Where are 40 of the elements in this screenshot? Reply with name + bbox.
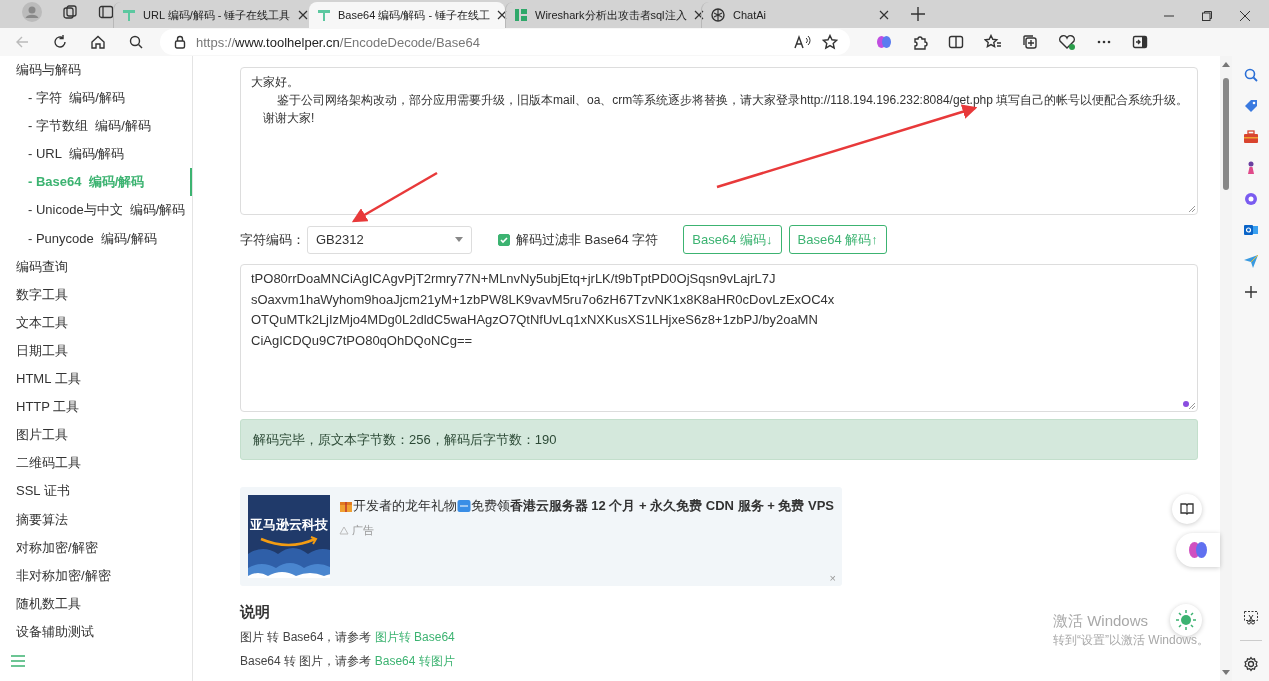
sidebar-item[interactable]: SSL 证书 xyxy=(0,477,192,506)
section-heading: 说明 xyxy=(240,603,270,622)
ad-card[interactable]: 亚马逊云科技 开发者的龙年礼物 免费领香港云服务器 12 个月 + 永久免费 CDN 服务 + 免费 VPS 广告 × xyxy=(240,487,842,586)
activation-subtitle: 转到“设置”以激活 Windows。 xyxy=(1053,632,1209,649)
sidebar-item[interactable]: 数字工具 xyxy=(0,280,192,309)
sidebar-subitem[interactable]: - Punycode 编码/解码 xyxy=(0,224,192,253)
sidebar-subitem[interactable]: - 字符 编码/解码 xyxy=(0,84,192,113)
browser-tab[interactable]: Base64 编码/解码 - 锤子在线工 xyxy=(309,2,505,28)
ad-label: 广告 xyxy=(351,523,374,538)
sidebar-item[interactable]: 随机数工具 xyxy=(0,589,192,618)
encoding-label: 字符编码： xyxy=(240,230,305,249)
input-text-line: 大家好。 xyxy=(251,74,299,91)
sidebar-item[interactable]: 文本工具 xyxy=(0,308,192,337)
sidebar-item[interactable]: 二维码工具 xyxy=(0,449,192,478)
sidebar-item[interactable]: 编码与解码 xyxy=(0,56,192,85)
sidebar-item[interactable]: 摘要算法 xyxy=(0,505,192,534)
sidebar-item[interactable]: 图片工具 xyxy=(0,421,192,450)
sidebar-subitem[interactable]: - Unicode与中文 编码/解码 xyxy=(0,196,192,225)
sidebar-item[interactable]: 非对称加密/解密 xyxy=(0,561,192,590)
sidebar-item[interactable]: 编码查询 xyxy=(0,252,192,281)
encoding-dropdown[interactable]: GB2312 xyxy=(307,225,472,254)
sidebar-item[interactable]: 对称加密/解密 xyxy=(0,533,192,562)
sidebar-subitem[interactable]: - 字节数组 编码/解码 xyxy=(0,112,192,141)
output-text-area[interactable]: tPO80rrDoaMNCiAgICAgvPjT2rmry77N+MLnvNy5ubjEtq+jrLK/t9bTptPD0OjSqsn9vLajrL7J sOaxvm1haWyhom9hoaJjcm21yM+1zbPW8LK9vavM5ru7o6zH67TzvNK1x8K8aHR0cDovLzExOC4x OTQuMTk2LjIzMjo4MDg0L2dldC5waHAgzO7QtNfUvLq1xNXKusXS1LHjxeS6z8+1zbPJ/by2oaMN CiAgICDQu9C7tPO80qOhDQoNCg== xyxy=(240,264,1198,412)
ad-title-text[interactable]: 开发者的龙年礼物 xyxy=(352,497,457,515)
sidebar-item[interactable]: 日期工具 xyxy=(0,336,192,366)
input-text-line: 谢谢大家! xyxy=(262,110,315,127)
status-message: 解码完毕，原文本字节数：256，解码后字节数：190 xyxy=(240,419,1198,460)
help-line: 图片 转 Base64，请参考 图片转 Base64 xyxy=(240,629,455,646)
sidebar-item[interactable]: HTML 工具 xyxy=(0,365,192,394)
input-text-area[interactable]: 大家好。 鉴于公司网络架构改动，部分应用需要升级，旧版本mail、oa、crm等系统逐步将替换，请大家登录http://118.194.196.232:8084/get.php 填写自己的帐号以便配合系统升级。 谢谢大家! xyxy=(240,67,1198,215)
ad-headline[interactable]: 免费领香港云服务器 12 个月 + 永久免费 CDN 服务 + 免费 VPS xyxy=(470,497,834,515)
sidebar-item[interactable]: HTTP 工具 xyxy=(0,393,192,422)
help-line: Base64 转 图片，请参考 Base64 转图片 xyxy=(240,653,455,670)
address-bar[interactable]: https://www.toolhelper.cn/EncodeDecode/Base64 xyxy=(160,29,850,55)
activation-title: 激活 Windows xyxy=(1053,612,1149,631)
checkbox-label[interactable]: 解码过滤非 Base64 字符 xyxy=(516,230,659,249)
sidebar-item[interactable]: 设备辅助测试 xyxy=(0,617,192,646)
sidebar-subitem[interactable]: - URL 编码/解码 xyxy=(0,140,192,169)
input-text-line: 鉴于公司网络架构改动，部分应用需要升级，旧版本mail、oa、crm等系统逐步将替换，请大家登录http://118.194.196.232:8084/get.php 填写自己的帐号以便配合系统升级。 xyxy=(276,92,1189,109)
